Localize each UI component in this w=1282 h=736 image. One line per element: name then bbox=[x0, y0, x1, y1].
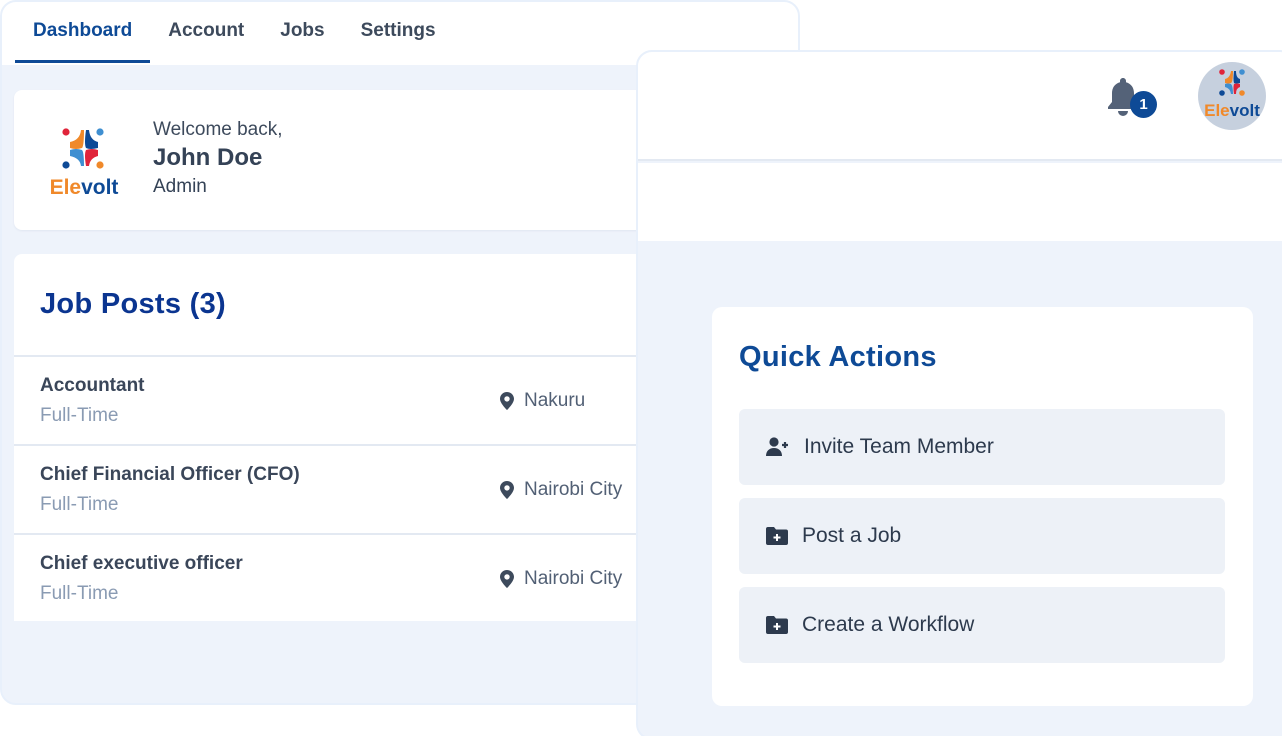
logo-text-ele: Ele bbox=[50, 176, 82, 199]
welcome-greeting: Welcome back, bbox=[153, 119, 283, 140]
job-posts-card: Job Posts (3) Accountant Full-Time Nakur… bbox=[14, 254, 639, 621]
quick-actions-title: Quick Actions bbox=[739, 341, 937, 373]
job-posts-list: Accountant Full-Time Nakuru Chief Financ… bbox=[14, 355, 639, 622]
post-a-job-label: Post a Job bbox=[802, 524, 902, 547]
job-location-text: Nairobi City bbox=[524, 568, 623, 589]
job-type: Full-Time bbox=[40, 583, 119, 604]
job-row[interactable]: Chief Financial Officer (CFO) Full-Time … bbox=[14, 444, 639, 533]
avatar[interactable]: Elevolt bbox=[1198, 62, 1266, 130]
tab-settings[interactable]: Settings bbox=[343, 2, 454, 59]
elevolt-logo-icon: Elevolt bbox=[50, 128, 119, 199]
map-pin-icon bbox=[500, 481, 514, 499]
tab-account[interactable]: Account bbox=[150, 2, 262, 59]
job-title[interactable]: Chief executive officer bbox=[40, 553, 243, 575]
tab-jobs[interactable]: Jobs bbox=[262, 2, 342, 59]
notifications-button[interactable]: 1 bbox=[1106, 76, 1158, 120]
map-pin-icon bbox=[500, 570, 514, 588]
job-location-text: Nairobi City bbox=[524, 479, 623, 500]
job-title[interactable]: Chief Financial Officer (CFO) bbox=[40, 464, 300, 486]
quick-actions-card: Quick Actions Invite Team Member Post a … bbox=[712, 307, 1253, 706]
quick-actions-panel: 1 Elevolt Quick Actions Invite Team Memb… bbox=[636, 50, 1282, 736]
job-row[interactable]: Chief executive officer Full-Time Nairob… bbox=[14, 533, 639, 622]
job-location: Nairobi City bbox=[500, 479, 622, 501]
svg-text:Elevolt: Elevolt bbox=[1204, 101, 1260, 120]
elevolt-logo: Elevolt bbox=[40, 122, 128, 202]
create-a-workflow-label: Create a Workflow bbox=[802, 613, 975, 636]
header-strip bbox=[638, 163, 1282, 241]
logo-text-volt: volt bbox=[81, 176, 118, 199]
create-a-workflow-button[interactable]: Create a Workflow bbox=[739, 587, 1225, 663]
job-title[interactable]: Accountant bbox=[40, 375, 145, 397]
avatar-logo-icon: Elevolt bbox=[1204, 69, 1260, 120]
invite-team-member-button[interactable]: Invite Team Member bbox=[739, 409, 1225, 485]
job-type: Full-Time bbox=[40, 405, 119, 426]
folder-plus-icon bbox=[766, 527, 788, 545]
map-pin-icon bbox=[500, 392, 514, 410]
folder-plus-icon bbox=[766, 616, 788, 634]
job-posts-title: Job Posts (3) bbox=[40, 288, 226, 320]
post-a-job-button[interactable]: Post a Job bbox=[739, 498, 1225, 574]
user-name: John Doe bbox=[153, 144, 263, 171]
user-role: Admin bbox=[153, 176, 207, 197]
welcome-card: Elevolt Welcome back, John Doe Admin bbox=[14, 90, 654, 230]
job-location: Nakuru bbox=[500, 390, 585, 412]
invite-team-member-label: Invite Team Member bbox=[804, 435, 994, 458]
svg-text:Elevolt: Elevolt bbox=[50, 176, 119, 199]
welcome-text: Welcome back, John Doe Admin bbox=[153, 118, 283, 200]
job-location: Nairobi City bbox=[500, 568, 622, 590]
user-plus-icon bbox=[766, 437, 788, 456]
tab-dashboard[interactable]: Dashboard bbox=[15, 2, 151, 63]
job-type: Full-Time bbox=[40, 494, 119, 515]
job-location-text: Nakuru bbox=[524, 390, 586, 411]
job-row[interactable]: Accountant Full-Time Nakuru bbox=[14, 355, 639, 444]
top-header: 1 Elevolt bbox=[638, 52, 1282, 161]
notification-count-badge: 1 bbox=[1130, 91, 1157, 118]
